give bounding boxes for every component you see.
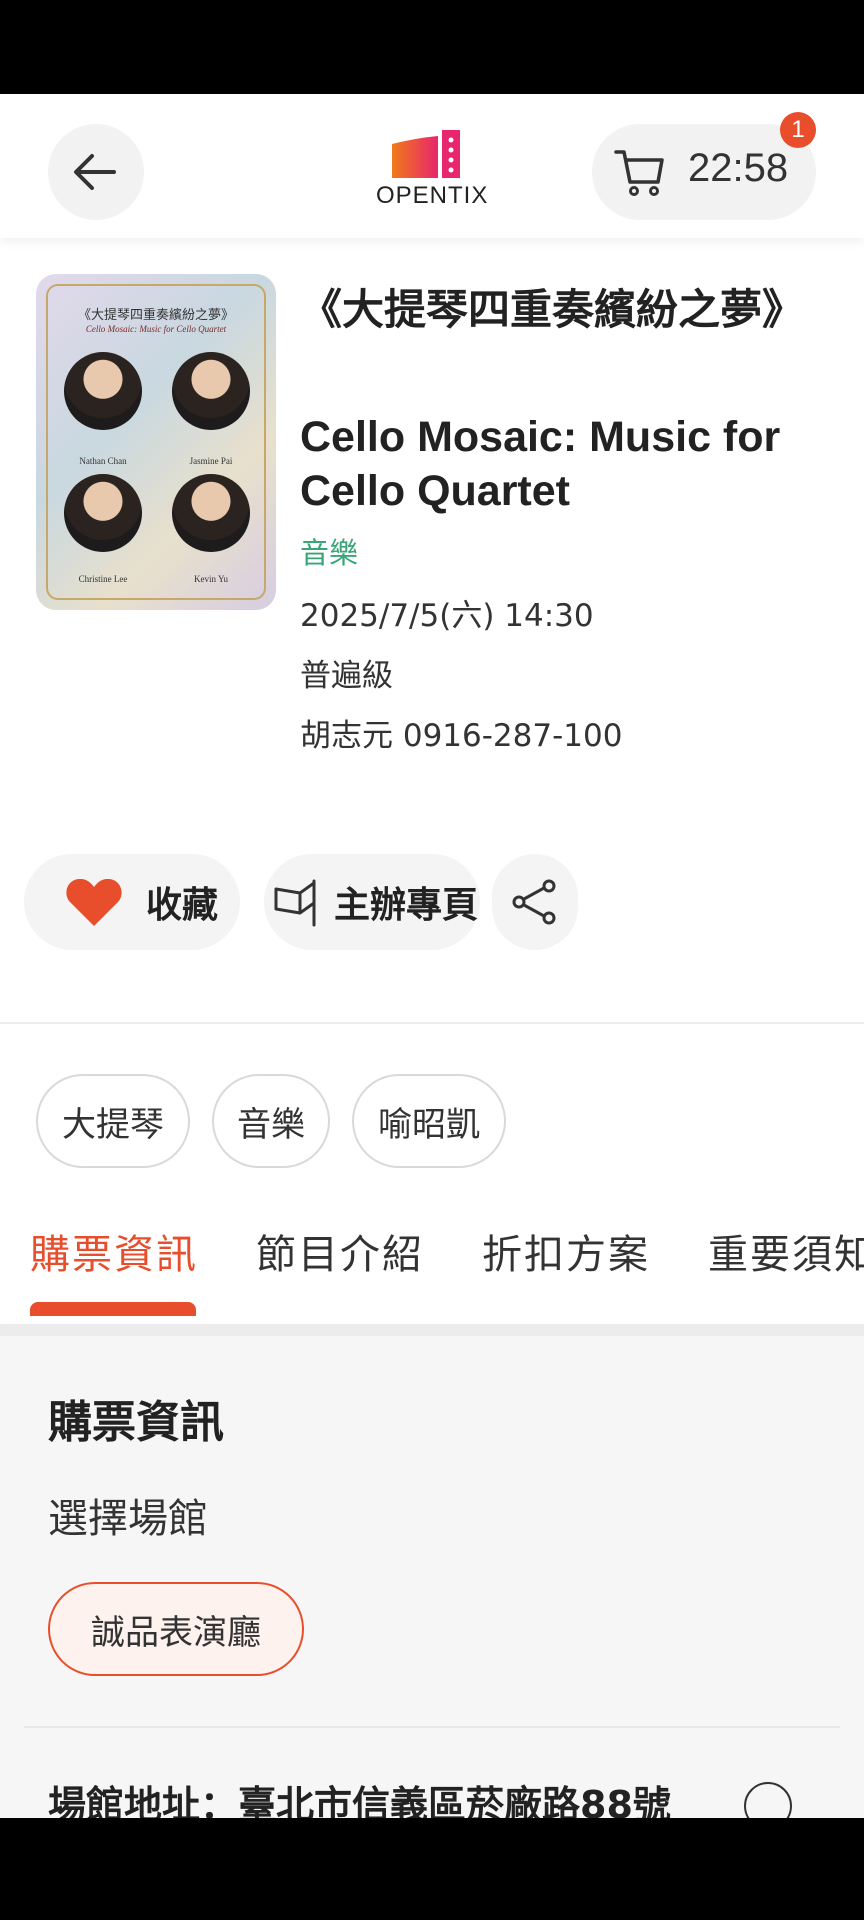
performer-photo bbox=[172, 352, 250, 430]
event-title-chinese: 《大提琴四重奏繽紛之夢》 bbox=[300, 285, 805, 334]
tab-program-intro[interactable]: 節目介紹 bbox=[256, 1222, 424, 1280]
cart-timer: 22:58 bbox=[688, 146, 789, 190]
organizer-label: 主辦專頁 bbox=[334, 885, 479, 926]
performer-photo bbox=[172, 474, 250, 552]
favorite-button[interactable]: 收藏 bbox=[24, 854, 240, 950]
performer-photo bbox=[64, 474, 142, 552]
arrow-left-icon bbox=[74, 154, 116, 190]
event-rating: 普遍級 bbox=[300, 658, 393, 694]
status-bar bbox=[0, 0, 864, 94]
back-button[interactable] bbox=[48, 124, 144, 220]
section-divider bbox=[0, 1022, 864, 1024]
system-navigation-bar bbox=[0, 1818, 864, 1920]
poster-subtitle: Cello Mosaic: Music for Cello Quartet bbox=[85, 324, 227, 334]
tab-discounts[interactable]: 折扣方案 bbox=[482, 1222, 650, 1280]
favorite-label: 收藏 bbox=[146, 885, 219, 926]
tab-important-notes[interactable]: 重要須知 bbox=[708, 1222, 864, 1280]
flag-icon bbox=[274, 879, 316, 927]
performer-name: Christine Lee bbox=[78, 574, 128, 584]
event-detail-content: 《大提琴四重奏繽紛之夢》 Cello Mosaic: Music for Cel… bbox=[0, 238, 864, 1818]
venue-option[interactable]: 誠品表演廳 bbox=[48, 1582, 304, 1676]
logo-text: OPENTIX bbox=[376, 182, 489, 209]
cart-count-badge: 1 bbox=[780, 112, 816, 148]
share-icon bbox=[512, 879, 556, 925]
active-tab-indicator bbox=[30, 1302, 196, 1316]
tabs-bottom-border bbox=[0, 1324, 864, 1336]
top-navigation-bar: OPENTIX 22:58 1 bbox=[0, 94, 864, 238]
logo-mark-icon bbox=[392, 130, 460, 178]
performer-name: Nathan Chan bbox=[79, 456, 127, 466]
performer-photo bbox=[64, 352, 142, 430]
event-poster[interactable]: 《大提琴四重奏繽紛之夢》 Cello Mosaic: Music for Cel… bbox=[36, 274, 276, 610]
event-contact: 胡志元 0916-287-100 bbox=[300, 718, 623, 754]
performer-name: Jasmine Pai bbox=[189, 456, 233, 466]
tag-chip[interactable]: 大提琴 bbox=[36, 1074, 190, 1168]
performer-name: Kevin Yu bbox=[194, 574, 228, 584]
detail-tabs: 購票資訊 節目介紹 折扣方案 重要須知 bbox=[0, 1208, 864, 1324]
section-title: 購票資訊 bbox=[48, 1397, 224, 1448]
tag-chip[interactable]: 喻昭凱 bbox=[352, 1074, 506, 1168]
tab-ticket-info[interactable]: 購票資訊 bbox=[30, 1222, 198, 1280]
ticket-info-section: 購票資訊 選擇場館 誠品表演廳 場館地址：臺北市信義區菸廠路88號 bbox=[0, 1336, 864, 1818]
share-button[interactable] bbox=[492, 854, 578, 950]
event-datetime: 2025/7/5(六) 14:30 bbox=[300, 598, 594, 634]
expand-icon[interactable] bbox=[744, 1782, 792, 1818]
section-divider bbox=[24, 1726, 840, 1728]
tag-chip[interactable]: 音樂 bbox=[212, 1074, 330, 1168]
event-title-english: Cello Mosaic: Music for Cello Quartet bbox=[300, 413, 781, 515]
select-venue-label: 選擇場館 bbox=[48, 1496, 208, 1542]
poster-title: 《大提琴四重奏繽紛之夢》 bbox=[77, 308, 234, 323]
heart-icon bbox=[66, 878, 122, 926]
opentix-logo[interactable]: OPENTIX bbox=[376, 130, 488, 210]
organizer-page-button[interactable]: 主辦專頁 bbox=[264, 854, 480, 950]
event-category[interactable]: 音樂 bbox=[300, 530, 358, 572]
venue-address: 場館地址：臺北市信義區菸廠路88號 bbox=[48, 1783, 671, 1818]
shopping-cart-icon bbox=[614, 150, 664, 196]
